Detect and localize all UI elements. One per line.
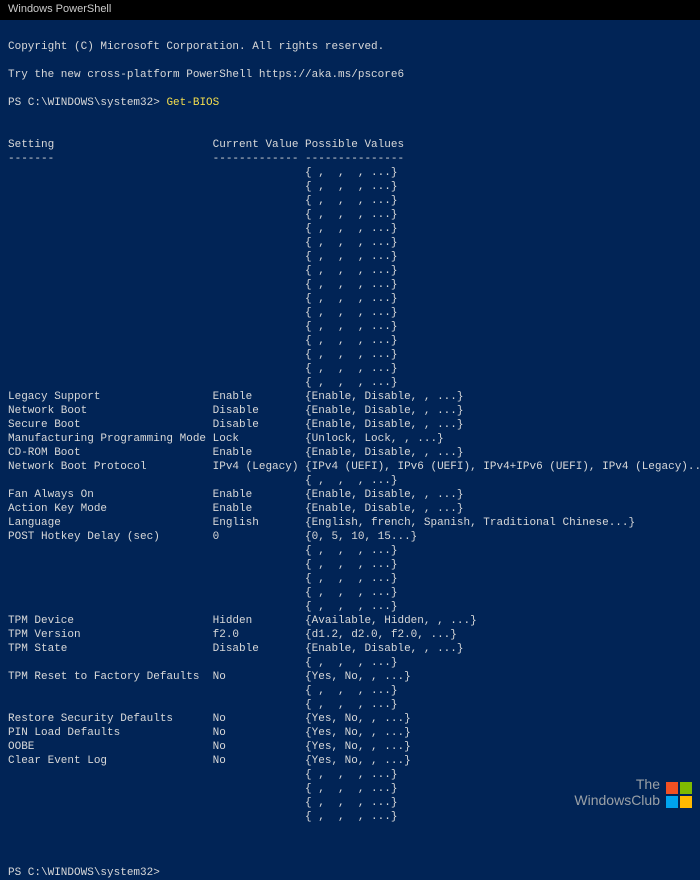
prompt-2[interactable]: PS C:\WINDOWS\system32> [8,867,166,879]
window-title: Windows PowerShell [8,3,111,15]
watermark-line1: The [574,776,660,792]
copyright-line: Copyright (C) Microsoft Corporation. All… [8,41,384,53]
watermark-line2: WindowsClub [574,792,660,808]
window-titlebar: Windows PowerShell [0,0,700,20]
watermark: The WindowsClub [574,776,692,808]
terminal-body[interactable]: Copyright (C) Microsoft Corporation. All… [0,20,700,880]
watermark-text: The WindowsClub [574,776,660,808]
prompt-1: PS C:\WINDOWS\system32> [8,97,166,109]
pscore-hint: Try the new cross-platform PowerShell ht… [8,69,404,81]
command-text: Get-BIOS [166,97,219,109]
output-table: Setting Current Value Possible Values --… [8,139,700,823]
windows-logo-icon [666,782,692,808]
